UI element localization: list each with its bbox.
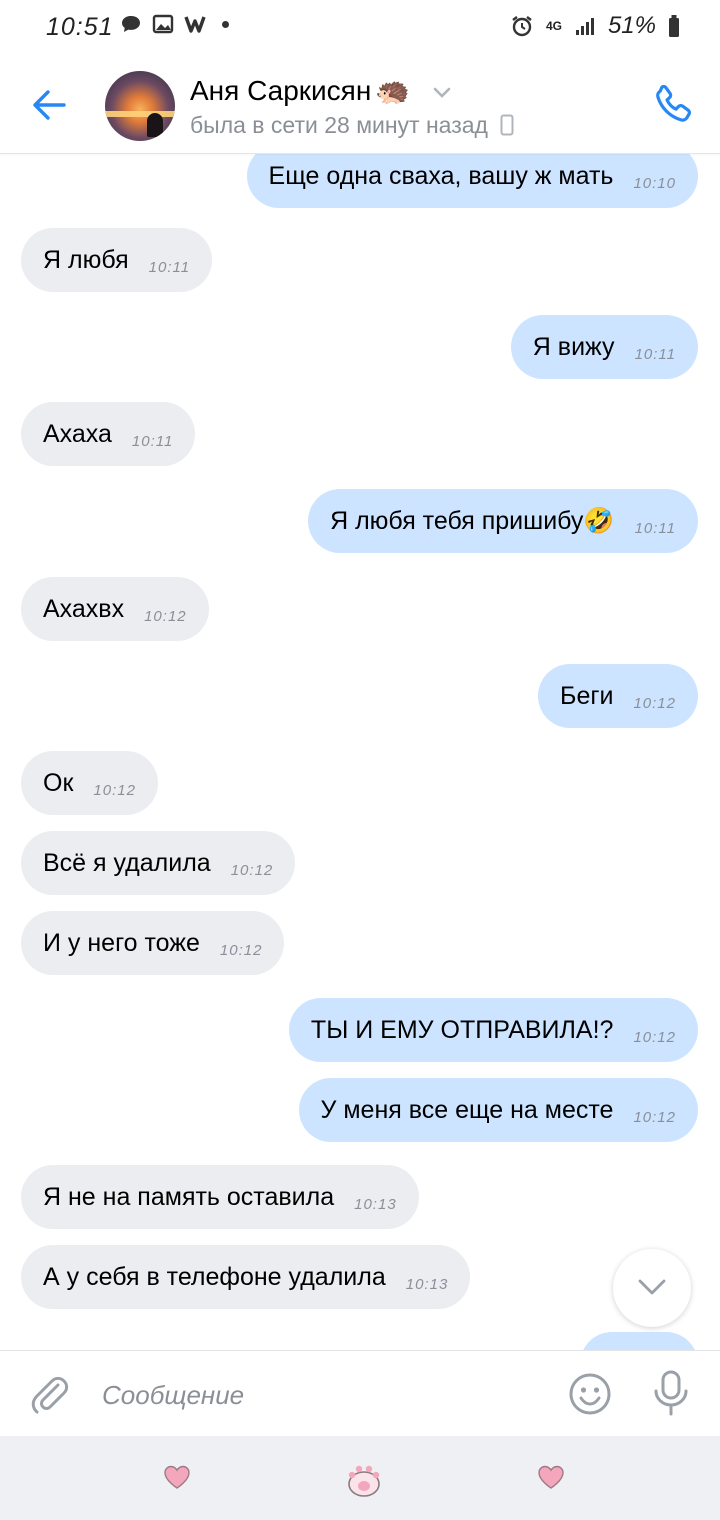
w-notification-icon — [184, 16, 206, 33]
mobile-device-icon — [500, 114, 514, 136]
message-bubble-incoming[interactable]: Ахахвх 10:12 — [21, 577, 209, 641]
message-time: 10:12 — [93, 781, 136, 799]
chat-header: Аня Саркисян 🦔 была в сети 28 минут назад — [0, 56, 720, 154]
message-list[interactable]: Еще одна сваха, вашу ж мать 10:10 Я любя… — [0, 153, 720, 1350]
message-bubble-outgoing[interactable]: ТЫ И ЕМУ ОТПРАВИЛА!? 10:12 — [288, 998, 698, 1062]
message-time: 10:12 — [633, 1028, 676, 1046]
heart-back-icon[interactable] — [537, 1464, 565, 1490]
last-seen-text: была в сети 28 минут назад — [190, 112, 488, 138]
message-input[interactable] — [100, 1367, 534, 1423]
message-text: Я любя тебя пришибу🤣 — [330, 506, 615, 535]
battery-percent: 51% — [607, 12, 656, 39]
status-right: 4G 51% — [510, 12, 680, 40]
notification-icons — [120, 14, 229, 34]
message-bubble-incoming[interactable]: Я любя 10:11 — [21, 228, 213, 292]
message-bubble-outgoing[interactable]: Беги 10:12 — [538, 664, 698, 728]
system-nav-bar — [0, 1436, 720, 1520]
message-text: Еще одна сваха, вашу ж мать — [268, 161, 614, 190]
message-time: 10:11 — [148, 258, 191, 276]
message-time: 10:13 — [405, 1275, 449, 1293]
message-text: Ахаха — [43, 419, 112, 448]
signal-icon — [575, 18, 594, 35]
message-bubble-outgoing-partial[interactable] — [580, 1332, 698, 1350]
emoji-smile-icon[interactable] — [568, 1372, 612, 1416]
message-time: 10:10 — [633, 174, 676, 192]
message-time: 10:11 — [634, 345, 676, 363]
message-bubble-outgoing[interactable]: Еще одна сваха, вашу ж мать 10:10 — [246, 153, 698, 208]
gallery-notification-icon — [152, 14, 174, 34]
back-arrow-icon[interactable] — [28, 84, 70, 126]
phone-call-icon[interactable] — [650, 82, 696, 128]
microphone-icon[interactable] — [652, 1370, 690, 1416]
chevron-down-icon — [638, 1279, 666, 1295]
message-text: Беги — [560, 681, 614, 710]
message-bubble-outgoing[interactable]: Я любя тебя пришибу🤣 10:11 — [308, 489, 698, 553]
heart-recents-icon[interactable] — [163, 1464, 191, 1490]
more-notifications-icon — [222, 20, 229, 28]
hedgehog-emoji: 🦔 — [375, 75, 411, 106]
avatar-sunset — [105, 111, 175, 117]
message-text: Я вижу — [532, 332, 615, 361]
message-text: Ок — [43, 768, 74, 797]
paperclip-icon[interactable] — [28, 1373, 70, 1415]
network-type: 4G — [545, 19, 562, 33]
message-bubble-incoming[interactable]: Ок 10:12 — [21, 751, 158, 815]
message-time: 10:11 — [131, 432, 174, 450]
battery-icon — [669, 15, 679, 37]
message-text: У меня все еще на месте — [320, 1095, 614, 1124]
message-time: 10:13 — [354, 1195, 397, 1213]
message-bubble-outgoing[interactable]: Я вижу 10:11 — [510, 315, 698, 379]
contact-name[interactable]: Аня Саркисян 🦔 — [190, 74, 410, 107]
contact-name-text: Аня Саркисян — [190, 75, 372, 106]
paw-home-icon[interactable] — [342, 1458, 386, 1498]
chevron-down-icon[interactable] — [432, 86, 452, 100]
avatar[interactable] — [105, 71, 175, 141]
message-text: А у себя в телефоне удалила — [43, 1262, 386, 1291]
message-text: И у него тоже — [43, 928, 200, 957]
message-bubble-incoming[interactable]: И у него тоже 10:12 — [21, 911, 285, 975]
status-time: 10:51 — [46, 13, 114, 41]
last-seen-status: была в сети 28 минут назад — [190, 112, 514, 139]
chat-notification-icon — [122, 16, 140, 32]
message-text: Ахахвх — [43, 594, 125, 623]
message-time: 10:12 — [633, 694, 676, 712]
message-text: Я любя — [43, 245, 129, 274]
message-time: 10:12 — [230, 861, 274, 879]
message-bubble-outgoing[interactable]: У меня все еще на месте 10:12 — [298, 1078, 698, 1142]
scroll-down-button[interactable] — [613, 1249, 691, 1327]
message-time: 10:12 — [144, 607, 187, 625]
avatar-silhouette — [147, 113, 163, 137]
message-text: Я не на память оставила — [43, 1182, 335, 1211]
alarm-icon — [512, 16, 532, 37]
message-text: Всё я удалила — [43, 848, 211, 877]
message-bubble-incoming[interactable]: Ахаха 10:11 — [21, 402, 196, 466]
message-time: 10:11 — [634, 519, 676, 537]
message-bubble-incoming[interactable]: А у себя в телефоне удалила 10:13 — [21, 1245, 471, 1309]
message-composer — [0, 1350, 720, 1437]
status-bar: 10:51 4G 51% — [0, 0, 720, 56]
message-bubble-incoming[interactable]: Всё я удалила 10:12 — [21, 831, 296, 895]
message-time: 10:12 — [219, 941, 263, 959]
message-time: 10:12 — [633, 1108, 676, 1126]
message-text: ТЫ И ЕМУ ОТПРАВИЛА!? — [310, 1015, 614, 1044]
message-bubble-incoming[interactable]: Я не на память оставила 10:13 — [21, 1165, 419, 1229]
